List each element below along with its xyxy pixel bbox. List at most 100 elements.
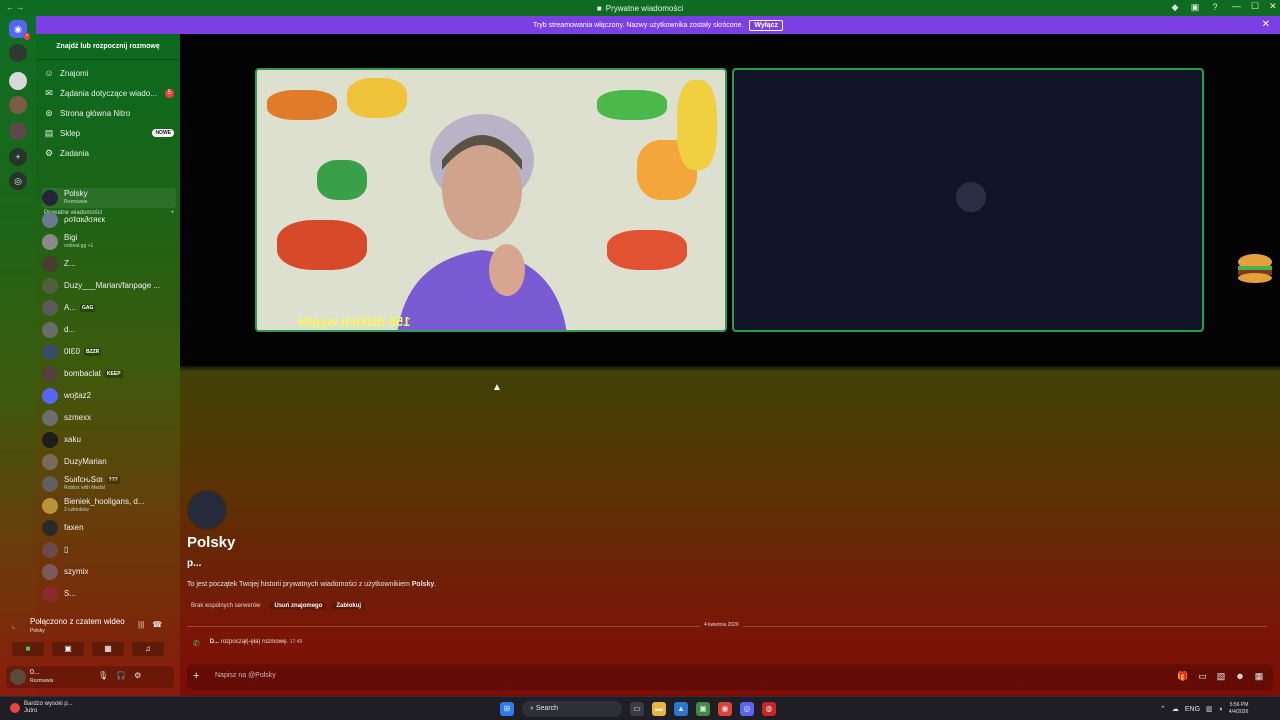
nav-shop[interactable]: ▤ Sklep NOWE — [42, 124, 174, 142]
onedrive-icon[interactable]: ☁ — [1172, 705, 1179, 713]
dm-item[interactable]: SωιƭcԋՏαι??? Roblox with Medal — [42, 474, 176, 494]
dm-item[interactable]: DuzyMarian — [42, 452, 176, 472]
avatar — [42, 256, 58, 272]
store-icon[interactable]: ▣ — [696, 702, 710, 716]
language-indicator[interactable]: ENG — [1185, 706, 1200, 713]
server-icon[interactable] — [9, 122, 27, 140]
local-camera-tile[interactable]: 156 dzikich wypite — [255, 68, 727, 332]
voice-status-sub[interactable]: Polsky — [30, 628, 45, 634]
banner-close-icon[interactable]: ✕ — [1262, 19, 1270, 30]
emoji-icon[interactable]: ☻ — [1235, 671, 1244, 682]
block-button[interactable]: Zablokuj — [332, 602, 366, 610]
dm-item-group[interactable]: Bieniek_hooligans, d... 3 członków — [42, 496, 176, 516]
disable-streamer-mode-button[interactable]: Wyłącz — [749, 19, 784, 31]
discover-icon[interactable]: ◎ — [9, 172, 27, 190]
photos-icon[interactable]: ▲ — [674, 702, 688, 716]
avatar — [42, 322, 58, 338]
dm-tag: GAG — [80, 304, 96, 312]
soundboard-button[interactable]: ♫ — [132, 642, 164, 656]
dm-item[interactable]: Duzy___Marian/fanpage ... — [42, 276, 176, 296]
profile-display-name: Polsky — [187, 534, 236, 551]
dm-item-polsky[interactable]: Polsky Rozmawia — [42, 188, 176, 208]
maximize-button[interactable]: ☐ — [1251, 1, 1259, 12]
volume-icon[interactable]: ◖ — [1219, 706, 1223, 713]
tray-overflow-icon[interactable]: ⌃ — [1160, 705, 1166, 713]
back-forward-arrows[interactable]: ← → — [6, 3, 24, 12]
remote-participant-tile[interactable] — [732, 68, 1204, 332]
call-message-user[interactable]: D... — [210, 639, 219, 645]
settings-gear-icon[interactable]: ⚙ — [134, 671, 141, 680]
task-view-icon[interactable]: ▭ — [630, 702, 644, 716]
home-discord-icon[interactable]: ◉ • — [9, 20, 30, 40]
dm-item[interactable]: faxen — [42, 518, 176, 538]
dm-item[interactable]: wojtaz2 — [42, 386, 176, 406]
avatar[interactable] — [10, 669, 26, 685]
nav-message-requests[interactable]: ✉ Żądania dotyczące wiado... 5 — [42, 84, 174, 102]
dm-item[interactable]: Z... — [42, 254, 176, 274]
date-divider-label: 4 kwietnia 2026 — [700, 622, 743, 628]
dm-name: ▯ — [64, 546, 69, 554]
food-pattern-shape — [267, 90, 337, 120]
food-pattern-shape — [317, 160, 367, 200]
server-icon[interactable] — [9, 72, 27, 90]
server-icon[interactable] — [9, 96, 27, 114]
nav-friends[interactable]: ☺ Znajomi — [42, 64, 174, 82]
inbox-icon[interactable]: ▣ — [1190, 2, 1200, 12]
nav-label: Zadania — [60, 148, 89, 158]
user-status: Rozmawia — [30, 678, 54, 684]
dm-item[interactable]: A... GAG — [42, 298, 176, 318]
discord-taskbar-icon[interactable]: ◎ — [740, 702, 754, 716]
microphone-icon[interactable]: 🎙 — [98, 671, 108, 680]
dm-item[interactable]: d... — [42, 320, 176, 340]
screen-share-button[interactable]: ▣ — [52, 642, 84, 656]
remove-friend-button[interactable]: Usuń znajomego — [270, 602, 327, 610]
dm-item[interactable]: S... — [42, 584, 176, 604]
app-icon[interactable]: ◍ — [762, 702, 776, 716]
close-window-button[interactable]: ✕ — [1269, 1, 1277, 12]
nav-quests[interactable]: ⚙ Zadania — [42, 144, 174, 162]
start-windows-icon[interactable]: ⊞ — [500, 702, 514, 716]
nav-nitro[interactable]: ⊚ Strona główna Nitro — [42, 104, 174, 122]
dm-item[interactable]: ρσℓαк∂σяєк — [42, 210, 176, 230]
food-pattern-shape — [677, 80, 717, 170]
camera-button[interactable]: ■ — [12, 642, 44, 656]
apps-icon[interactable]: ▦ — [1255, 671, 1264, 682]
dm-item[interactable]: szymix — [42, 562, 176, 582]
help-icon[interactable]: ? — [1210, 2, 1220, 12]
clock[interactable]: 5:56 PM 4/4/2026 — [1229, 702, 1248, 716]
message-input[interactable]: Napisz na @Polsky — [215, 672, 276, 679]
dm-name: Bieniek_hooligans, d... — [64, 498, 145, 506]
voice-status-title[interactable]: Połączono z czatem wideo — [30, 617, 125, 626]
sticker-icon[interactable]: ▧ — [1217, 671, 1226, 682]
disconnect-icon[interactable]: ☎ — [152, 620, 162, 629]
minimize-button[interactable]: — — [1232, 1, 1241, 12]
dm-item[interactable]: Bigi onbeat.gg +1 — [42, 232, 176, 252]
dm-item[interactable]: bombaclat KEEP — [42, 364, 176, 384]
attach-plus-icon[interactable]: + — [193, 670, 199, 682]
food-pattern-shape — [277, 220, 367, 270]
file-explorer-icon[interactable]: ▬ — [652, 702, 666, 716]
chrome-icon[interactable]: ◉ — [718, 702, 732, 716]
noise-suppression-icon[interactable]: ||| — [138, 620, 144, 629]
dm-item[interactable]: ▯ — [42, 540, 176, 560]
network-icon[interactable]: ▥ — [1206, 705, 1213, 713]
nitro-icon[interactable]: ◆ — [1170, 2, 1180, 12]
activities-button[interactable]: ▦ — [92, 642, 124, 656]
dm-item[interactable]: 0ĪƐ0 BZZR — [42, 342, 176, 362]
weather-widget[interactable]: Bardzo wysoki p... Jutro — [10, 701, 73, 715]
add-server-icon[interactable]: + — [9, 148, 27, 166]
find-conversation-button[interactable]: Znajdź lub rozpocznij rozmowę — [36, 34, 180, 60]
taskbar-search[interactable]: ⌕ Search — [522, 701, 622, 717]
dm-name: 0ĪƐ0 — [64, 348, 80, 356]
dm-item[interactable]: xaku — [42, 430, 176, 450]
gif-icon[interactable]: ▭ — [1198, 671, 1207, 682]
dm-name: DuzyMarian — [64, 458, 107, 466]
dm-item[interactable]: szmexx — [42, 408, 176, 428]
dm-name: Polsky — [64, 190, 88, 198]
gift-icon[interactable]: 🎁 — [1177, 671, 1188, 682]
server-icon[interactable] — [9, 44, 27, 62]
headphones-icon[interactable]: 🎧 — [116, 671, 126, 680]
food-pattern-shape — [597, 90, 667, 120]
avatar[interactable] — [187, 490, 227, 530]
quests-icon: ⚙ — [44, 147, 54, 158]
